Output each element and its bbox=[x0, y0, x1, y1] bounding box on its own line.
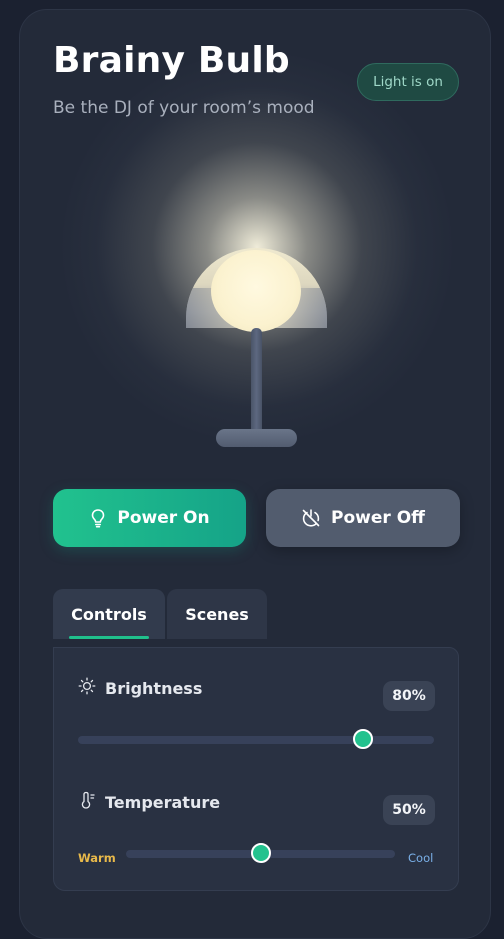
brightness-slider-thumb[interactable] bbox=[352, 729, 373, 749]
power-off-icon bbox=[301, 508, 321, 528]
cool-label: Cool bbox=[408, 851, 434, 865]
sun-icon bbox=[78, 677, 96, 699]
app-subtitle: Be the DJ of your room’s mood bbox=[53, 98, 315, 118]
brightness-value-badge: 80% bbox=[383, 681, 435, 711]
temperature-value-badge: 50% bbox=[383, 795, 435, 825]
power-on-button[interactable]: Power On bbox=[53, 489, 246, 547]
lamp-base bbox=[216, 429, 297, 447]
brightness-label-row: Brightness bbox=[78, 677, 202, 699]
tab-scenes-label: Scenes bbox=[185, 604, 249, 624]
temperature-slider[interactable] bbox=[126, 843, 395, 863]
tab-controls[interactable]: Controls bbox=[53, 589, 165, 639]
power-on-label: Power On bbox=[117, 508, 210, 528]
tab-controls-label: Controls bbox=[71, 604, 147, 624]
lamp-bulb bbox=[211, 250, 301, 332]
temperature-label-row: Temperature bbox=[78, 791, 220, 813]
temperature-slider-thumb[interactable] bbox=[250, 843, 271, 863]
brightness-slider[interactable] bbox=[78, 729, 434, 749]
controls-panel: Brightness 80% Temperature 50% Warm Cool bbox=[53, 647, 459, 891]
thermometer-icon bbox=[78, 791, 96, 813]
temperature-label: Temperature bbox=[105, 792, 221, 812]
status-badge: Light is on bbox=[357, 63, 459, 101]
app-card: Brainy Bulb Be the DJ of your room’s moo… bbox=[19, 9, 491, 939]
power-off-button[interactable]: Power Off bbox=[266, 489, 460, 547]
power-off-label: Power Off bbox=[331, 508, 425, 528]
lightbulb-icon bbox=[89, 508, 107, 528]
active-tab-indicator bbox=[69, 636, 149, 639]
warm-label: Warm bbox=[78, 851, 116, 865]
app-title: Brainy Bulb bbox=[53, 40, 290, 81]
lamp-stem bbox=[251, 328, 262, 438]
tab-scenes[interactable]: Scenes bbox=[167, 589, 267, 639]
brightness-label: Brightness bbox=[105, 678, 203, 698]
